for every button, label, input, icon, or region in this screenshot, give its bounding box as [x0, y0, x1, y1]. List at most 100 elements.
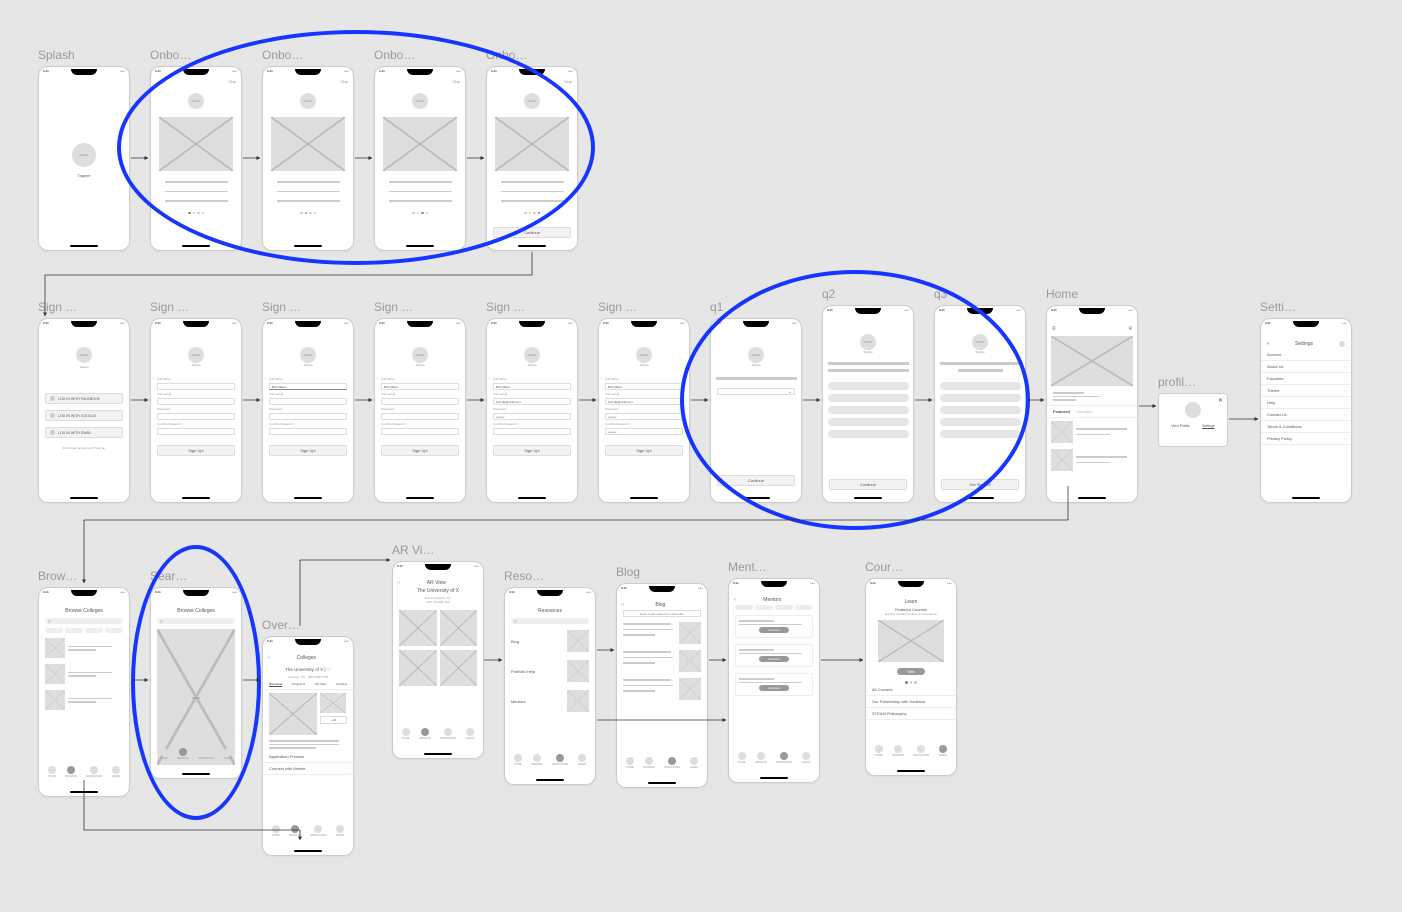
frame-resources[interactable]: Reso… 9:41 Resources Blog Portfolio Help…: [504, 569, 596, 785]
tab-home[interactable]: HOME: [402, 728, 410, 740]
tab-browse[interactable]: BROWSE: [756, 752, 767, 764]
row-all-courses[interactable]: All Courses: [866, 684, 956, 696]
tab-resources[interactable]: RESOURCES: [310, 825, 326, 837]
tab-browse[interactable]: BROWSE: [66, 766, 77, 778]
confirm-input[interactable]: ••••••••: [605, 428, 683, 435]
view-button[interactable]: View: [897, 668, 925, 675]
signup-button[interactable]: Sign Up!: [157, 445, 235, 456]
tab-learn[interactable]: LEARN: [112, 766, 120, 778]
frame-home[interactable]: Home 9:41 ≡ ⚲ Featured Favorites: [1046, 287, 1138, 503]
row-mentor[interactable]: Connect with Mentor: [263, 763, 353, 775]
avatar-icon[interactable]: [1339, 341, 1345, 347]
thumb[interactable]: [1051, 421, 1073, 443]
frame-onboarding-3[interactable]: Onbo… 9:41 Skip LOGO: [374, 48, 466, 251]
signup-prompt[interactable]: Don't have an account? Sign up: [39, 446, 129, 450]
row-application[interactable]: Application Process: [263, 751, 353, 763]
phone[interactable]: 9:41 LOGO Tagline Full Name Bob Aitken Y…: [486, 318, 578, 503]
email-input[interactable]: bob.aik@mail.com: [605, 398, 683, 405]
confirm-input[interactable]: [493, 428, 571, 435]
option[interactable]: [940, 406, 1021, 414]
login-facebook-button[interactable]: LOG IN WITH FACEBOOK: [45, 393, 123, 404]
frame-ar[interactable]: AR Vi… 9:41 ‹AR View The University of X…: [392, 543, 484, 759]
phone[interactable]: 9:41 Skip LOGO: [150, 66, 242, 251]
tab-resources[interactable]: RESOURCES: [198, 748, 214, 760]
frame-signin-social[interactable]: Sign … 9:41 LOGO Tagline LOG IN WITH FAC…: [38, 300, 130, 503]
blog-item[interactable]: [617, 647, 707, 675]
tab-browse[interactable]: BROWSE: [893, 745, 904, 757]
tab-learn[interactable]: LEARN: [466, 728, 474, 740]
confirm-input[interactable]: [157, 428, 235, 435]
password-input[interactable]: [269, 413, 347, 420]
tab-home[interactable]: HOME: [272, 825, 280, 837]
settings-row-help[interactable]: Help: [1261, 397, 1351, 409]
resource-mentors[interactable]: Mentors: [505, 686, 595, 716]
tab-learn[interactable]: LEARN: [224, 748, 232, 760]
phone[interactable]: 9:41 ‹Blog Enter email address to subscr…: [616, 583, 708, 788]
search-icon[interactable]: ⚲: [1128, 326, 1132, 332]
filter-chip[interactable]: [65, 628, 83, 633]
back-icon[interactable]: ‹: [622, 602, 624, 608]
subscribe-input[interactable]: Enter email address to subscribe: [623, 610, 701, 617]
frame-blog[interactable]: Blog 9:41 ‹Blog Enter email address to s…: [616, 565, 708, 788]
option[interactable]: [828, 382, 909, 390]
frame-signup-5[interactable]: Sign … 9:41 LOGO Tagline Full Name Bob A…: [486, 300, 578, 503]
signup-button[interactable]: Sign Up!: [605, 445, 683, 456]
frame-signup-4[interactable]: Sign … 9:41 LOGO Tagline Full Name Bob A…: [374, 300, 466, 503]
get-started-button[interactable]: Get Started!: [941, 479, 1019, 490]
frame-mentors[interactable]: Ment… 9:41 ‹Mentors Connect Connect Conn…: [728, 560, 820, 783]
connect-button[interactable]: Connect: [759, 627, 789, 633]
resource-portfolio[interactable]: Portfolio Help: [505, 656, 595, 686]
settings-row-account[interactable]: Account: [1261, 349, 1351, 361]
phone-splash[interactable]: 9:41 LOGO Tagline: [38, 66, 130, 251]
thumb[interactable]: [1051, 449, 1073, 471]
option[interactable]: [940, 394, 1021, 402]
tab-funding[interactable]: Funding: [336, 682, 347, 686]
tab-home[interactable]: HOME: [48, 766, 56, 778]
tab-featured[interactable]: Featured: [1053, 409, 1070, 414]
phone[interactable]: 9:41 Skip LOGO: [374, 66, 466, 251]
ar-thumb[interactable]: [399, 650, 437, 686]
login-email-button[interactable]: LOG IN WITH EMAIL: [45, 427, 123, 438]
tab-browse[interactable]: BROWSE: [290, 825, 301, 837]
option[interactable]: [828, 430, 909, 438]
phone[interactable]: 9:41 LOGO Tagline Full Name Your email P…: [150, 318, 242, 503]
tab-learn[interactable]: LEARN: [578, 754, 586, 766]
phone[interactable]: 9:41 Skip LOGO Continue: [486, 66, 578, 251]
tab-learn[interactable]: LEARN: [690, 757, 698, 769]
password-input[interactable]: [157, 413, 235, 420]
tab-arview[interactable]: AR View: [315, 682, 326, 686]
list-item[interactable]: [39, 687, 129, 713]
phone[interactable]: 9:41 ‹ Settings Account About Us Favorit…: [1260, 318, 1352, 503]
phone[interactable]: 9:41 Resources Blog Portfolio Help Mento…: [504, 587, 596, 785]
option[interactable]: [828, 394, 909, 402]
frame-onboarding-1[interactable]: Onbo… 9:41 Skip LOGO: [150, 48, 242, 251]
list-item[interactable]: [39, 661, 129, 687]
connect-button[interactable]: Connect: [759, 656, 789, 662]
phone[interactable]: 9:41 LOGO Tagline Continue: [822, 305, 914, 503]
continue-button[interactable]: Continue: [717, 475, 795, 486]
settings-row-contact[interactable]: Contact Us: [1261, 409, 1351, 421]
settings-link[interactable]: Settings: [1202, 424, 1215, 428]
option[interactable]: [828, 406, 909, 414]
tab-home[interactable]: HOME: [875, 745, 883, 757]
tab-programs[interactable]: Programs: [292, 682, 305, 686]
back-icon[interactable]: ‹: [268, 655, 270, 661]
tab-learn[interactable]: LEARN: [336, 825, 344, 837]
tab-browse[interactable]: BROWSE: [420, 728, 431, 740]
tab-resources[interactable]: RESOURCES: [440, 728, 456, 740]
phone[interactable]: 9:41 LOGO Tagline Full Name Bob Aitken Y…: [374, 318, 466, 503]
tab-learn[interactable]: LEARN: [939, 745, 947, 757]
tab-resources[interactable]: RESOURCES: [552, 754, 568, 766]
list-item[interactable]: [39, 635, 129, 661]
option[interactable]: [940, 430, 1021, 438]
password-input[interactable]: ••••••••: [493, 413, 571, 420]
confirm-input[interactable]: [269, 428, 347, 435]
tab-resources[interactable]: RESOURCES: [86, 766, 102, 778]
name-input[interactable]: [157, 383, 235, 390]
wireframe-canvas[interactable]: Splash 9:41 LOGO Tagline Onbo… 9:41 Skip…: [0, 0, 1402, 912]
phone[interactable]: 9:41 Learn Featured Courses Explore tren…: [865, 578, 957, 776]
tab-browse[interactable]: BROWSE: [178, 748, 189, 760]
frame-settings[interactable]: Setti… 9:41 ‹ Settings Account About Us …: [1260, 300, 1352, 503]
frame-onboarding-4[interactable]: Onbo… 9:41 Skip LOGO Continue: [486, 48, 578, 251]
email-input[interactable]: [269, 398, 347, 405]
